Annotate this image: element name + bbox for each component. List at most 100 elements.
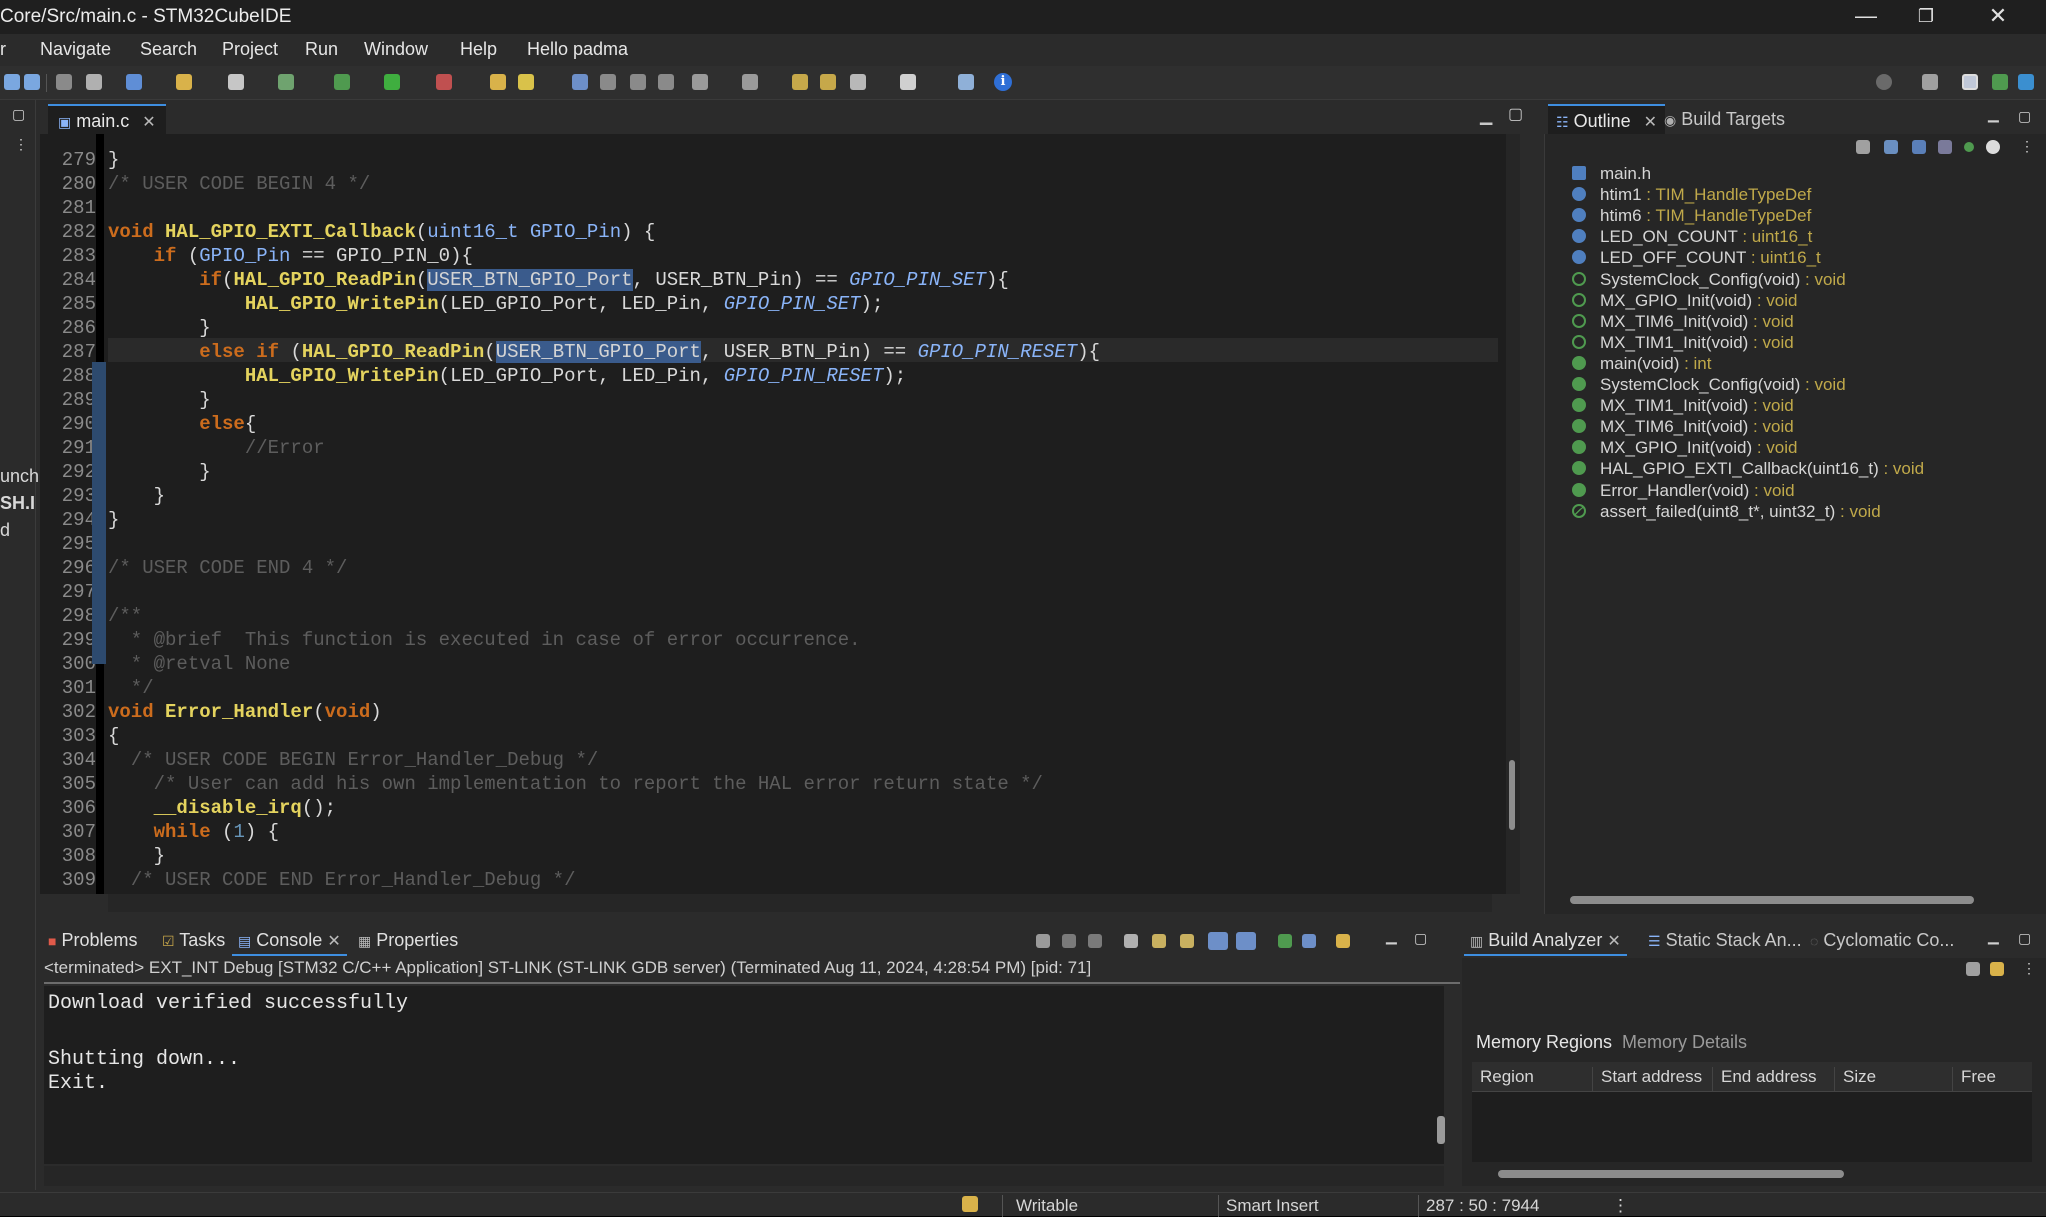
perspective-debug-icon[interactable]: [1992, 74, 2008, 90]
code-line[interactable]: if(HAL_GPIO_ReadPin(USER_BTN_GPIO_Port, …: [108, 268, 1009, 292]
print-icon[interactable]: [86, 74, 102, 90]
toggle-mark-occurrences-icon[interactable]: [572, 74, 588, 90]
hide-non-public-icon[interactable]: [1964, 142, 1974, 152]
tab-cyclomatic[interactable]: ◌ Cyclomatic Co...: [1810, 930, 1954, 951]
back-arrow-icon[interactable]: [850, 74, 866, 90]
code-line[interactable]: }: [108, 844, 165, 868]
tab-outline[interactable]: ☷ Outline ✕: [1548, 104, 1666, 134]
code-line[interactable]: }: [108, 388, 210, 412]
menu-file-fragment[interactable]: r: [0, 39, 6, 60]
external-tools-icon[interactable]: [436, 74, 452, 90]
info-icon[interactable]: i: [994, 73, 1012, 91]
last-edit-icon[interactable]: [792, 74, 808, 90]
maximize-outline-icon[interactable]: ▢: [2018, 108, 2031, 125]
maximize-button[interactable]: ❐: [1896, 0, 1956, 34]
block-selection-icon[interactable]: [630, 74, 646, 90]
hide-static-icon[interactable]: [1938, 140, 1952, 154]
perspective-cpp-icon[interactable]: [1962, 74, 1978, 90]
code-area[interactable]: }/* USER CODE BEGIN 4 */void HAL_GPIO_EX…: [108, 134, 1498, 894]
maximize-editor-icon[interactable]: ▢: [1508, 104, 1523, 124]
code-line[interactable]: void Error_Handler(void): [108, 700, 382, 724]
tab-properties[interactable]: ▦ Properties: [358, 930, 458, 951]
code-line[interactable]: HAL_GPIO_WritePin(LED_GPIO_Port, LED_Pin…: [108, 292, 884, 316]
tab-main-c[interactable]: ▣ main.c ✕: [48, 104, 166, 134]
console-scroll-thumb[interactable]: [1437, 1116, 1445, 1144]
maximize-build-analyzer-icon[interactable]: ▢: [2018, 930, 2031, 947]
code-line[interactable]: if (GPIO_Pin == GPIO_PIN_0){: [108, 244, 473, 268]
tab-memory-regions[interactable]: Memory Regions: [1476, 1032, 1612, 1053]
ba-refresh-icon[interactable]: [1990, 962, 2004, 976]
menu-window[interactable]: Window: [364, 39, 428, 60]
close-build-analyzer-icon[interactable]: ✕: [1607, 933, 1620, 950]
remove-all-icon[interactable]: [1088, 934, 1102, 948]
previous-annotation-icon[interactable]: [742, 74, 758, 90]
minimize-build-analyzer-icon[interactable]: ▁: [1988, 928, 1999, 945]
clear-console-icon[interactable]: [1124, 934, 1138, 948]
build-icon[interactable]: [958, 74, 974, 90]
code-line[interactable]: while (1) {: [108, 820, 279, 844]
collapse-all-icon[interactable]: [1856, 140, 1870, 154]
restore-icon[interactable]: ▢: [12, 106, 25, 123]
code-line[interactable]: /* USER CODE BEGIN 4 */: [108, 172, 370, 196]
outline-item[interactable]: assert_failed(uint8_t*, uint32_t) : void: [1572, 500, 1881, 524]
code-line[interactable]: }: [108, 484, 165, 508]
perspective-device-icon[interactable]: [2018, 74, 2034, 90]
code-line[interactable]: }: [108, 316, 210, 340]
editor-horizontal-scrollbar[interactable]: [108, 894, 1492, 912]
code-line[interactable]: }: [108, 460, 210, 484]
console-horizontal-scrollbar[interactable]: [44, 1166, 1444, 1186]
open-type-icon[interactable]: [490, 74, 506, 90]
outline-scrollbar[interactable]: [1570, 896, 1974, 904]
tab-static-stack[interactable]: ☰ Static Stack An...: [1648, 930, 1802, 951]
search-brush-icon[interactable]: [518, 74, 534, 90]
link-editor-icon[interactable]: [1986, 140, 2000, 154]
column-size[interactable]: Size: [1834, 1067, 1876, 1091]
remove-launch-icon[interactable]: [1062, 934, 1076, 948]
next-edit-icon[interactable]: [820, 74, 836, 90]
next-annotation-icon[interactable]: [692, 74, 708, 90]
code-line[interactable]: * @brief This function is executed in ca…: [108, 628, 861, 652]
code-line[interactable]: {: [108, 724, 119, 748]
open-perspective-icon[interactable]: [1922, 74, 1938, 90]
minimize-outline-icon[interactable]: ▁: [1988, 106, 1999, 123]
code-line[interactable]: }: [108, 148, 119, 172]
close-console-icon[interactable]: ✕: [327, 933, 340, 950]
show-whitespace-icon[interactable]: [658, 74, 674, 90]
menu-hello-padma[interactable]: Hello padma: [527, 39, 628, 60]
toggle-word-wrap-icon[interactable]: [600, 74, 616, 90]
tab-console[interactable]: ▤ Console ✕: [232, 930, 347, 956]
column-free[interactable]: Free: [1952, 1067, 1996, 1091]
display-console-icon[interactable]: [1302, 934, 1316, 948]
minimize-button[interactable]: —: [1836, 0, 1896, 34]
hide-fields-icon[interactable]: [1912, 140, 1926, 154]
word-wrap-icon[interactable]: [1180, 934, 1194, 948]
close-button[interactable]: ✕: [1968, 0, 2028, 34]
tab-build-targets[interactable]: ◉ Build Targets: [1656, 104, 1793, 134]
search-icon[interactable]: [1876, 74, 1892, 90]
column-start-address[interactable]: Start address: [1592, 1067, 1702, 1091]
show-on-output-icon[interactable]: [1208, 932, 1228, 950]
tab-build-analyzer[interactable]: ▥ Build Analyzer ✕: [1464, 930, 1627, 956]
code-line[interactable]: /* User can add his own implementation t…: [108, 772, 1043, 796]
code-line[interactable]: else if (HAL_GPIO_ReadPin(USER_BTN_GPIO_…: [108, 340, 1100, 364]
code-line[interactable]: void HAL_GPIO_EXTI_Callback(uint16_t GPI…: [108, 220, 655, 244]
code-line[interactable]: /* USER CODE END 4 */: [108, 556, 347, 580]
refresh-icon[interactable]: [278, 74, 294, 90]
close-tab-icon[interactable]: ✕: [142, 114, 155, 131]
terminate-icon[interactable]: [1036, 934, 1050, 948]
menu-project[interactable]: Project: [222, 39, 278, 60]
open-folder-icon[interactable]: [176, 74, 192, 90]
debug-icon[interactable]: [334, 74, 350, 90]
sort-icon[interactable]: [1884, 140, 1898, 154]
column-end-address[interactable]: End address: [1712, 1067, 1816, 1091]
code-line[interactable]: */: [108, 676, 154, 700]
minimize-console-icon[interactable]: ▁: [1386, 928, 1397, 945]
code-line[interactable]: //Error: [108, 436, 325, 460]
code-line[interactable]: __disable_irq();: [108, 796, 336, 820]
open-console-icon[interactable]: [1336, 934, 1350, 948]
tab-tasks[interactable]: ☑ Tasks: [162, 930, 225, 951]
status-folder-icon[interactable]: [962, 1196, 978, 1212]
memory-table-scrollbar[interactable]: [1498, 1170, 1844, 1178]
forward-arrow-icon[interactable]: [900, 74, 916, 90]
view-menu-icon[interactable]: ⋮: [14, 136, 28, 153]
